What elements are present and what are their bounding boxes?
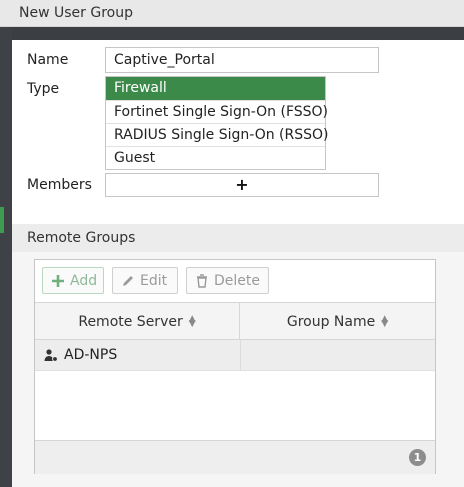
add-remote-group-button[interactable]: Add xyxy=(42,267,104,294)
remote-groups-header: Remote Groups xyxy=(12,224,464,252)
remote-groups-table-container: Add Edit Delete Remote Server ▲ ▼ Group … xyxy=(34,259,436,474)
left-nav-strip xyxy=(0,0,12,487)
column-group-name-label: Group Name xyxy=(286,313,376,330)
type-option-guest[interactable]: Guest xyxy=(106,146,325,169)
dialog-title-bar: New User Group xyxy=(0,0,464,27)
group-form: Name Captive_Portal Type Firewall Fortin… xyxy=(12,40,464,224)
members-label: Members xyxy=(27,177,92,193)
type-option-fsso[interactable]: Fortinet Single Sign-On (FSSO) xyxy=(106,100,328,123)
edit-button-label: Edit xyxy=(140,272,168,289)
dialog-title: New User Group xyxy=(19,5,133,21)
column-remote-server-label: Remote Server xyxy=(78,313,183,330)
left-nav-active-indicator xyxy=(0,207,4,233)
delete-button-label: Delete xyxy=(214,272,260,289)
plus-icon xyxy=(51,274,65,288)
trash-icon xyxy=(195,273,209,288)
cell-group-name xyxy=(240,340,435,370)
remote-groups-title: Remote Groups xyxy=(27,230,136,246)
table-row[interactable]: AD-NPS xyxy=(35,340,435,371)
pencil-icon xyxy=(121,274,135,288)
edit-remote-group-button[interactable]: Edit xyxy=(112,267,178,294)
type-label: Type xyxy=(27,81,60,97)
table-footer: 1 xyxy=(35,440,435,474)
column-remote-server[interactable]: Remote Server ▲ ▼ xyxy=(35,303,240,340)
user-server-icon xyxy=(44,348,58,362)
sort-icon: ▲ ▼ xyxy=(381,313,389,329)
table-header: Remote Server ▲ ▼ Group Name ▲ ▼ xyxy=(35,302,435,340)
sort-icon: ▲ ▼ xyxy=(188,313,196,329)
remote-server-value: AD-NPS xyxy=(64,347,118,363)
type-selector: Firewall Fortinet Single Sign-On (FSSO) … xyxy=(105,76,328,170)
delete-remote-group-button[interactable]: Delete xyxy=(186,267,269,294)
type-option-rsso[interactable]: RADIUS Single Sign-On (RSSO) xyxy=(106,123,328,146)
name-label: Name xyxy=(27,52,69,68)
members-add-button[interactable]: + xyxy=(105,173,379,197)
column-group-name[interactable]: Group Name ▲ ▼ xyxy=(240,303,435,340)
row-count-badge: 1 xyxy=(409,449,426,466)
cell-remote-server: AD-NPS xyxy=(44,340,240,370)
dialog-panel: Name Captive_Portal Type Firewall Fortin… xyxy=(12,40,464,487)
type-option-firewall[interactable]: Firewall xyxy=(106,77,325,100)
add-button-label: Add xyxy=(70,272,98,289)
name-input[interactable]: Captive_Portal xyxy=(105,47,379,73)
remote-groups-toolbar: Add Edit Delete xyxy=(35,260,435,302)
